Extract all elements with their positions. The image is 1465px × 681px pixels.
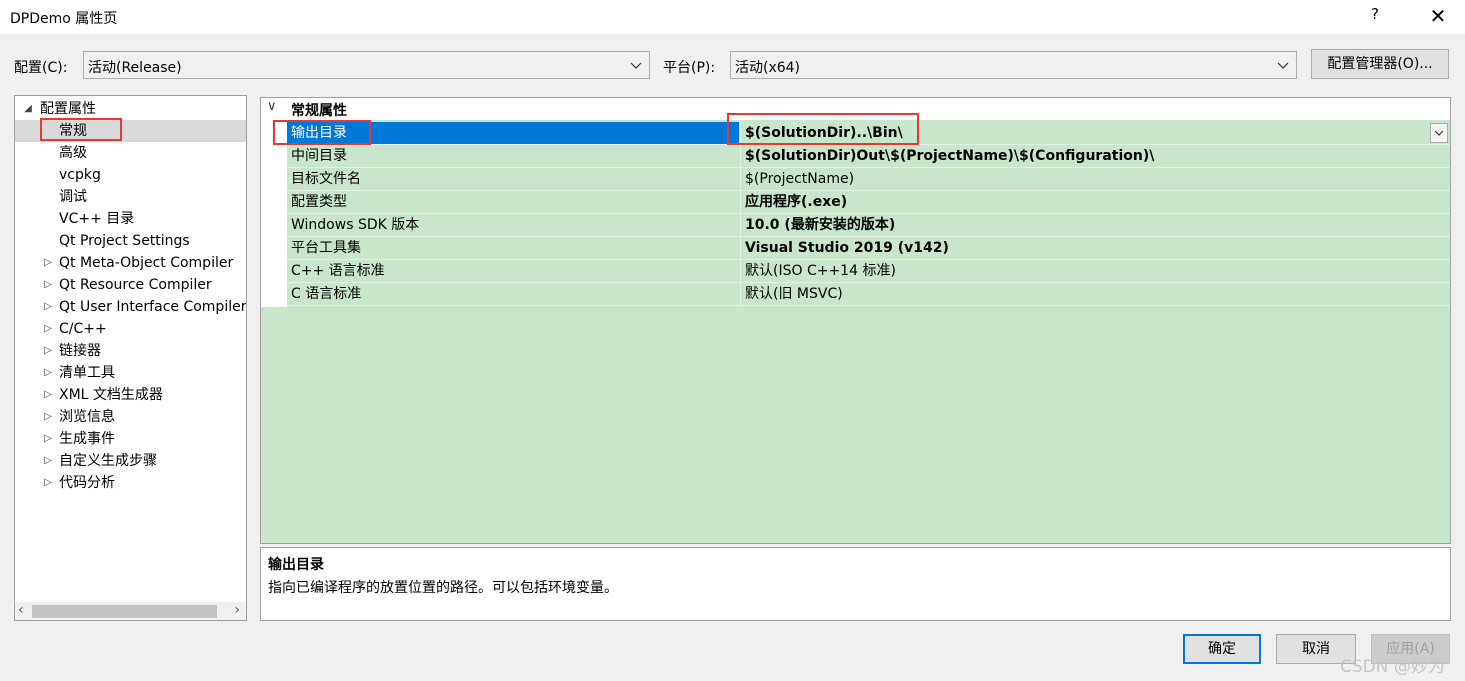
expand-triangle-icon[interactable]: ▷ (43, 252, 53, 274)
platform-dropdown[interactable]: 活动(x64) (730, 51, 1297, 79)
close-button[interactable]: ✕ (1418, 2, 1458, 30)
tree-root[interactable]: ◢ 配置属性 (15, 98, 246, 120)
property-name: 平台工具集 (291, 240, 361, 256)
expand-triangle-icon[interactable]: ▷ (43, 340, 53, 362)
property-row[interactable]: 中间目录 $(SolutionDir)Out\$(ProjectName)\$(C… (287, 145, 1450, 168)
title-bar: DPDemo 属性页 ? ✕ (0, 0, 1465, 34)
tree-item[interactable]: ▷ Qt User Interface Compiler (15, 296, 246, 318)
tree-item-label: Qt User Interface Compiler (59, 299, 247, 315)
property-grid: ∨ 常规属性 输出目录 $(SolutionDir)..\Bin\ 中间目录 $(So… (260, 97, 1451, 544)
platform-label: 平台(P): (663, 60, 716, 76)
property-name: 配置类型 (291, 194, 347, 210)
tree-item[interactable]: VC++ 目录 (15, 208, 246, 230)
tree-item-label: 链接器 (59, 343, 101, 359)
tree-item-label: 高级 (59, 145, 87, 161)
tree-item-label: Qt Meta-Object Compiler (59, 255, 234, 271)
tree-item[interactable]: ▷ 浏览信息 (15, 406, 246, 428)
tree-item[interactable]: ▷ 代码分析 (15, 472, 246, 494)
expand-triangle-icon[interactable]: ▷ (43, 274, 53, 296)
config-label: 配置(C): (14, 60, 68, 76)
property-value[interactable]: $(ProjectName) (740, 168, 1450, 190)
tree-item-label: 调试 (59, 189, 87, 205)
watermark: CSDN @妙为 (1340, 657, 1445, 677)
expand-triangle-icon[interactable]: ▷ (43, 428, 53, 450)
chevron-down-icon[interactable]: ∨ (267, 99, 277, 114)
highlight-box (727, 113, 919, 145)
highlight-box (40, 118, 122, 141)
tree-item-label: 清单工具 (59, 365, 115, 381)
scroll-right-icon[interactable]: › (234, 602, 240, 618)
property-value[interactable]: Visual Studio 2019 (v142) (740, 237, 1450, 259)
collapse-triangle-icon[interactable]: ◢ (23, 98, 33, 120)
expand-triangle-icon[interactable]: ▷ (43, 450, 53, 472)
expand-triangle-icon[interactable]: ▷ (43, 362, 53, 384)
description-text: 指向已编译程序的放置位置的路径。可以包括环境变量。 (268, 580, 618, 596)
value-dropdown-button[interactable] (1430, 123, 1448, 143)
chevron-down-icon (1277, 62, 1289, 69)
config-manager-button[interactable]: 配置管理器(O)... (1311, 49, 1449, 79)
expand-triangle-icon[interactable]: ▷ (43, 472, 53, 494)
tree-item-label: 自定义生成步骤 (59, 453, 157, 469)
tree-item[interactable]: Qt Project Settings (15, 230, 246, 252)
highlight-box (273, 120, 371, 145)
config-dropdown[interactable]: 活动(Release) (83, 51, 650, 79)
grid-gutter (261, 120, 287, 307)
tree-item[interactable]: ▷ 生成事件 (15, 428, 246, 450)
property-name: 中间目录 (291, 148, 347, 164)
property-value[interactable]: 默认(旧 MSVC) (740, 283, 1450, 305)
property-tree: ◢ 配置属性 常规 高级 vcpkg 调试 VC++ 目录 Qt Project Sett… (14, 95, 247, 621)
help-button[interactable]: ? (1365, 5, 1385, 27)
description-title: 输出目录 (268, 557, 324, 573)
tree-item[interactable]: vcpkg (15, 164, 246, 186)
horizontal-scrollbar[interactable]: ‹ › (15, 602, 246, 620)
tree-item[interactable]: 调试 (15, 186, 246, 208)
property-row[interactable]: C 语言标准 默认(旧 MSVC) (287, 283, 1450, 306)
tree-item-label: XML 文档生成器 (59, 387, 163, 403)
tree-item[interactable]: 高级 (15, 142, 246, 164)
property-row[interactable]: C++ 语言标准 默认(ISO C++14 标准) (287, 260, 1450, 283)
tree-item[interactable]: ▷ XML 文档生成器 (15, 384, 246, 406)
tree-item[interactable]: ▷ 链接器 (15, 340, 246, 362)
property-value[interactable]: $(SolutionDir)Out\$(ProjectName)\$(Confi… (740, 145, 1450, 167)
tree-item[interactable]: ▷ C/C++ (15, 318, 246, 340)
tree-item[interactable]: ▷ Qt Resource Compiler (15, 274, 246, 296)
tree-item-label: C/C++ (59, 321, 107, 337)
property-value[interactable]: 默认(ISO C++14 标准) (740, 260, 1450, 282)
property-name: Windows SDK 版本 (291, 217, 420, 233)
config-value: 活动(Release) (88, 60, 182, 76)
scroll-left-icon[interactable]: ‹ (18, 602, 24, 618)
tree-item-label: 生成事件 (59, 431, 115, 447)
tree-root-label: 配置属性 (40, 101, 96, 117)
tree-item-label: Qt Resource Compiler (59, 277, 212, 293)
tree-item[interactable]: ▷ Qt Meta-Object Compiler (15, 252, 246, 274)
property-row[interactable]: 目标文件名 $(ProjectName) (287, 168, 1450, 191)
tree-item-label: 代码分析 (59, 475, 115, 491)
property-row[interactable]: 平台工具集 Visual Studio 2019 (v142) (287, 237, 1450, 260)
section-title: 常规属性 (291, 103, 347, 119)
platform-value: 活动(x64) (735, 60, 801, 76)
tree-item[interactable]: ▷ 自定义生成步骤 (15, 450, 246, 472)
chevron-down-icon (1434, 130, 1444, 136)
window-title: DPDemo 属性页 (10, 11, 118, 27)
property-name: C 语言标准 (291, 286, 362, 302)
ok-button[interactable]: 确定 (1183, 634, 1261, 664)
tree-item-label: VC++ 目录 (59, 211, 135, 227)
property-name: C++ 语言标准 (291, 263, 385, 279)
property-row[interactable]: 配置类型 应用程序(.exe) (287, 191, 1450, 214)
scrollbar-thumb[interactable] (32, 605, 217, 618)
expand-triangle-icon[interactable]: ▷ (43, 384, 53, 406)
tree-item-label: 浏览信息 (59, 409, 115, 425)
expand-triangle-icon[interactable]: ▷ (43, 318, 53, 340)
property-row[interactable]: Windows SDK 版本 10.0 (最新安装的版本) (287, 214, 1450, 237)
expand-triangle-icon[interactable]: ▷ (43, 406, 53, 428)
tree-item-label: vcpkg (59, 167, 101, 183)
property-value[interactable]: 应用程序(.exe) (740, 191, 1450, 213)
chevron-down-icon (630, 62, 642, 69)
tree-item[interactable]: ▷ 清单工具 (15, 362, 246, 384)
tree-item-label: Qt Project Settings (59, 233, 190, 249)
property-name: 目标文件名 (291, 171, 361, 187)
property-value[interactable]: 10.0 (最新安装的版本) (740, 214, 1450, 236)
expand-triangle-icon[interactable]: ▷ (43, 296, 53, 318)
description-panel: 输出目录 指向已编译程序的放置位置的路径。可以包括环境变量。 (260, 547, 1451, 621)
